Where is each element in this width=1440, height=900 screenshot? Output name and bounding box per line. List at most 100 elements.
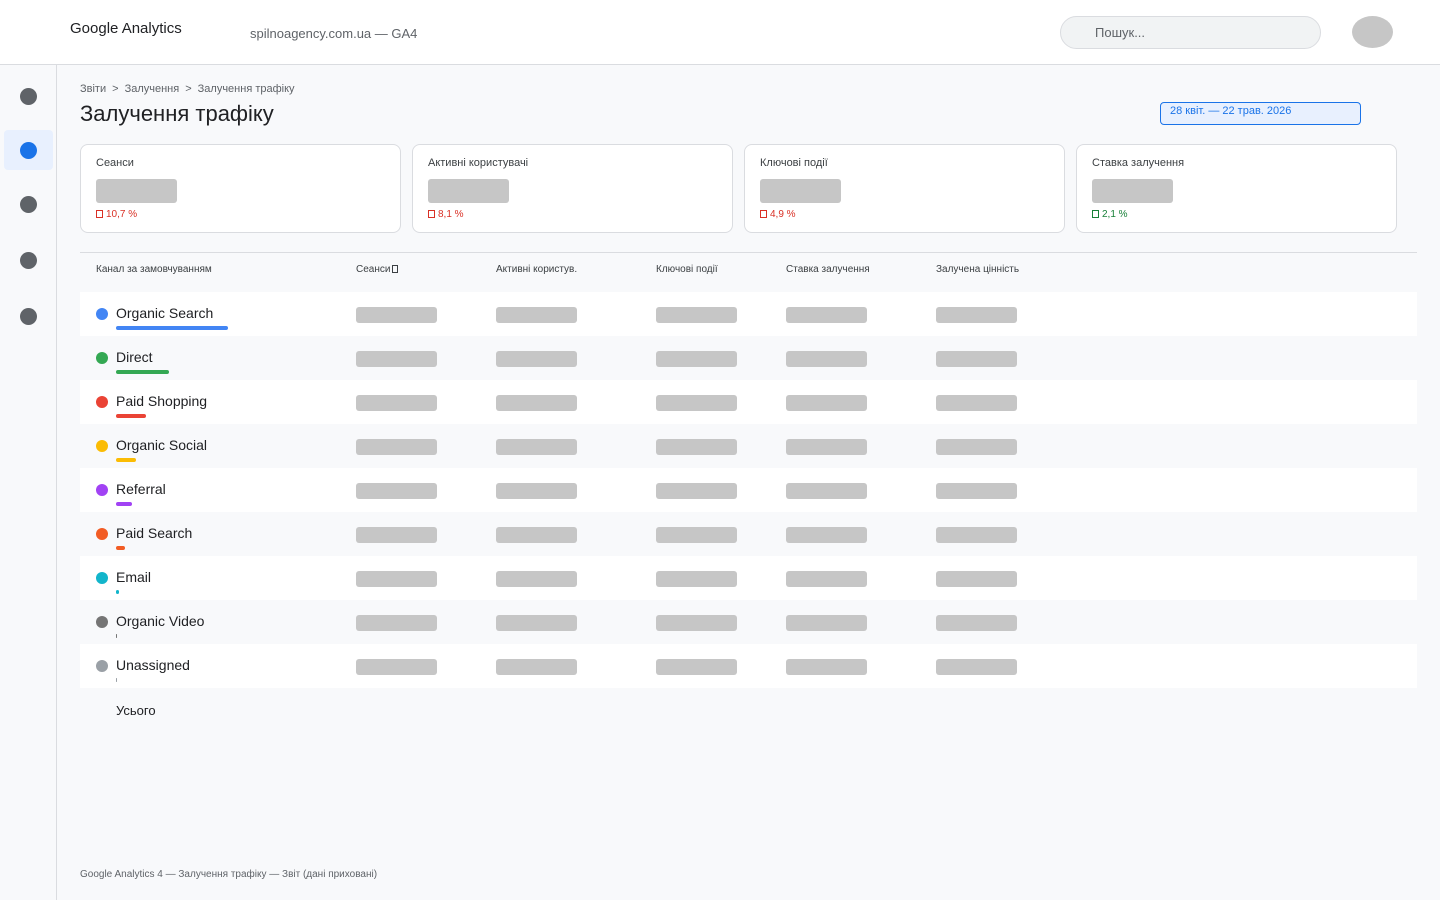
kpi-delta: 4,9 %	[760, 209, 796, 220]
hidden-value-cell	[496, 395, 577, 411]
hidden-value-cell	[656, 659, 737, 675]
kpi-card-key-events[interactable]: Ключові події 4,9 %	[744, 144, 1065, 233]
hidden-value-cell	[356, 483, 437, 499]
hidden-value-cell	[936, 307, 1017, 323]
hidden-value-cell	[656, 615, 737, 631]
hidden-value-cell	[936, 527, 1017, 543]
property-selector[interactable]: spilnoagency.com.ua — GA4	[250, 26, 417, 41]
kpi-card-active-users[interactable]: Активні користувачі 8,1 %	[412, 144, 733, 233]
table-row[interactable]: Organic Video	[80, 600, 1417, 644]
sidebar-item-explore[interactable]	[4, 184, 53, 224]
table-row[interactable]: Email	[80, 556, 1417, 600]
hidden-value-cell	[496, 571, 577, 587]
channel-name[interactable]: Email	[116, 569, 151, 585]
table-row[interactable]: Paid Search	[80, 512, 1417, 556]
channel-name[interactable]: Referral	[116, 481, 166, 497]
sidebar-item-admin[interactable]	[4, 296, 53, 336]
table-row[interactable]: Paid Shopping	[80, 380, 1417, 424]
hidden-value-cell	[656, 439, 737, 455]
channel-share-bar	[116, 590, 119, 594]
table-total-row: Усього	[80, 688, 1417, 732]
kpi-value-hidden	[428, 179, 509, 203]
channel-share-bar	[116, 502, 132, 506]
channel-name[interactable]: Direct	[116, 349, 153, 365]
channel-name[interactable]: Unassigned	[116, 657, 190, 673]
table-row[interactable]: Unassigned	[80, 644, 1417, 688]
channel-name[interactable]: Organic Search	[116, 305, 213, 321]
channel-color-dot	[96, 308, 108, 320]
sidebar	[0, 65, 57, 900]
hidden-value-cell	[356, 659, 437, 675]
sidebar-item-reports[interactable]	[4, 130, 53, 170]
search-box[interactable]	[1060, 16, 1321, 49]
trend-down-icon	[428, 210, 435, 218]
column-header-key-events[interactable]: Ключові події	[656, 264, 718, 275]
kpi-label: Ставка залучення	[1092, 157, 1185, 169]
kpi-card-sessions[interactable]: Сеанси 10,7 %	[80, 144, 401, 233]
table-divider	[80, 252, 1417, 253]
search-input[interactable]	[1095, 17, 1315, 48]
breadcrumb-item: Залучення трафіку	[197, 83, 295, 95]
channel-share-bar	[116, 678, 117, 682]
hidden-value-cell	[496, 659, 577, 675]
app-title[interactable]: Google Analytics	[70, 20, 182, 37]
trend-up-icon	[1092, 210, 1099, 218]
hidden-value-cell	[936, 571, 1017, 587]
sidebar-item-advertising[interactable]	[4, 240, 53, 280]
channel-share-bar	[116, 634, 117, 638]
table-row[interactable]: Organic Social	[80, 424, 1417, 468]
column-header-engaged-value[interactable]: Залучена цінність	[936, 264, 1019, 275]
kpi-value-hidden	[1092, 179, 1173, 203]
sidebar-item-home[interactable]	[4, 76, 53, 116]
nav-icon	[20, 88, 37, 105]
hidden-value-cell	[786, 571, 867, 587]
channel-name[interactable]: Paid Shopping	[116, 393, 207, 409]
table-row[interactable]: Direct	[80, 336, 1417, 380]
hidden-value-cell	[786, 351, 867, 367]
hidden-value-cell	[786, 395, 867, 411]
avatar[interactable]	[1352, 16, 1393, 48]
column-header-active-users[interactable]: Активні користув.	[496, 264, 577, 275]
kpi-label: Ключові події	[760, 157, 828, 169]
hidden-value-cell	[786, 527, 867, 543]
breadcrumb-item[interactable]: Звіти	[80, 83, 106, 95]
hidden-value-cell	[936, 659, 1017, 675]
kpi-label: Сеанси	[96, 157, 134, 169]
kpi-label: Активні користувачі	[428, 157, 529, 169]
channel-name[interactable]: Organic Video	[116, 613, 204, 629]
channel-color-dot	[96, 660, 108, 672]
nav-icon	[20, 196, 37, 213]
channel-name[interactable]: Paid Search	[116, 525, 192, 541]
kpi-delta: 2,1 %	[1092, 209, 1128, 220]
kpi-delta: 8,1 %	[428, 209, 464, 220]
hidden-value-cell	[656, 395, 737, 411]
channel-color-dot	[96, 572, 108, 584]
hidden-value-cell	[496, 615, 577, 631]
hidden-value-cell	[356, 615, 437, 631]
hidden-value-cell	[656, 571, 737, 587]
column-header-channel[interactable]: Канал за замовчуванням	[96, 264, 212, 275]
channel-share-bar	[116, 370, 169, 374]
date-range-picker[interactable]: 28 квіт. — 22 трав. 2026	[1160, 102, 1361, 125]
hidden-value-cell	[496, 351, 577, 367]
kpi-card-engagement-rate[interactable]: Ставка залучення 2,1 %	[1076, 144, 1397, 233]
breadcrumb-item[interactable]: Залучення	[125, 83, 180, 95]
channel-color-dot	[96, 440, 108, 452]
hidden-value-cell	[786, 307, 867, 323]
table-row[interactable]: Organic Search	[80, 292, 1417, 336]
channel-name[interactable]: Organic Social	[116, 437, 207, 453]
hidden-value-cell	[496, 483, 577, 499]
nav-icon	[20, 142, 37, 159]
hidden-value-cell	[356, 307, 437, 323]
hidden-value-cell	[356, 351, 437, 367]
hidden-value-cell	[496, 307, 577, 323]
page-title: Залучення трафіку	[80, 101, 274, 126]
hidden-value-cell	[786, 659, 867, 675]
hidden-value-cell	[786, 615, 867, 631]
column-header-engagement-rate[interactable]: Ставка залучення	[786, 264, 870, 275]
hidden-value-cell	[936, 615, 1017, 631]
hidden-value-cell	[496, 527, 577, 543]
table-row[interactable]: Referral	[80, 468, 1417, 512]
channel-color-dot	[96, 528, 108, 540]
column-header-sessions[interactable]: Сеанси	[356, 264, 399, 275]
